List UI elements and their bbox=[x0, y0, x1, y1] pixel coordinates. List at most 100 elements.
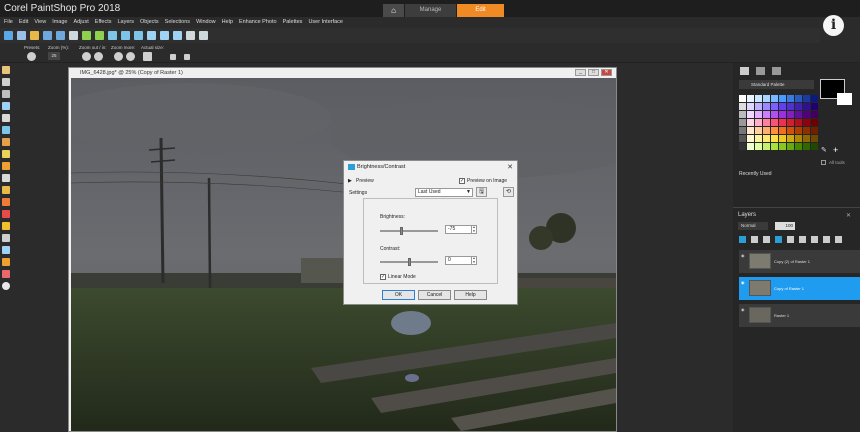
dialog-close-icon[interactable]: ✕ bbox=[507, 163, 513, 171]
link-layer-icon[interactable] bbox=[811, 236, 818, 243]
layer-item[interactable]: ◉ Raster 1 bbox=[739, 304, 860, 327]
save-preset-button[interactable]: 🖫 bbox=[476, 187, 487, 197]
contrast-spinner[interactable]: ▲ ▼ bbox=[471, 256, 476, 264]
dropper-tool-icon[interactable] bbox=[2, 102, 10, 110]
minimize-button[interactable]: _ bbox=[575, 69, 586, 76]
all-tools-checkbox[interactable] bbox=[821, 160, 826, 165]
tab-edit[interactable]: Edit bbox=[457, 4, 504, 17]
new-file-icon[interactable] bbox=[4, 31, 13, 40]
color-swatches[interactable] bbox=[739, 95, 818, 150]
menu-window[interactable]: Window bbox=[196, 17, 216, 27]
menu-selections[interactable]: Selections bbox=[165, 17, 190, 27]
menu-user-interface[interactable]: User Interface bbox=[308, 17, 343, 27]
undo-icon[interactable] bbox=[82, 31, 91, 40]
duplicate-layer-icon[interactable] bbox=[763, 236, 770, 243]
background-color-box[interactable] bbox=[837, 93, 852, 105]
fill-tool-icon[interactable] bbox=[2, 186, 10, 194]
new-from-clipboard-icon[interactable] bbox=[17, 31, 26, 40]
fx-layer-icon[interactable] bbox=[799, 236, 806, 243]
makeover-tool-icon[interactable] bbox=[2, 150, 10, 158]
materials-tab-icon[interactable] bbox=[740, 67, 749, 75]
help-button[interactable]: Help bbox=[454, 290, 487, 300]
swatches-tab-icon[interactable] bbox=[756, 67, 765, 75]
brightness-input[interactable]: -75 ▲ ▼ bbox=[445, 225, 477, 234]
visibility-eye-icon[interactable]: ◉ bbox=[741, 307, 745, 312]
text-tool-icon[interactable] bbox=[2, 222, 10, 230]
preview-toggle-icon[interactable]: ▶ bbox=[348, 178, 352, 184]
pick-tool-icon[interactable] bbox=[2, 78, 10, 86]
info-button[interactable]: i bbox=[823, 15, 844, 36]
new-layer-icon[interactable] bbox=[739, 236, 746, 243]
preview-on-image-checkbox[interactable]: ✓ bbox=[459, 178, 465, 184]
menu-effects[interactable]: Effects bbox=[95, 17, 112, 27]
delete-layer-icon[interactable] bbox=[835, 236, 842, 243]
pan-tool-icon[interactable] bbox=[2, 66, 10, 74]
fit-window-small-icon[interactable] bbox=[184, 54, 190, 60]
redeye-tool-icon[interactable] bbox=[2, 138, 10, 146]
tab-manage[interactable]: Manage bbox=[405, 4, 456, 17]
redo-icon[interactable] bbox=[95, 31, 104, 40]
visibility-eye-icon[interactable]: ◉ bbox=[741, 253, 745, 258]
layers-close-icon[interactable]: ✕ bbox=[846, 212, 851, 219]
blend-mode-dropdown[interactable]: Normal bbox=[738, 222, 768, 230]
zoom-more-out-icon[interactable] bbox=[114, 52, 123, 61]
menu-image[interactable]: Image bbox=[52, 17, 67, 27]
edit-material-icon[interactable]: ✎ bbox=[821, 146, 827, 154]
crop-tool-icon[interactable] bbox=[2, 114, 10, 122]
eraser-tool-icon[interactable] bbox=[2, 210, 10, 218]
home-tab[interactable]: ⌂ bbox=[383, 4, 404, 17]
paint-brush-tool-icon[interactable] bbox=[2, 198, 10, 206]
zoom-in-icon[interactable] bbox=[94, 52, 103, 61]
print-icon[interactable] bbox=[69, 31, 78, 40]
gradient-tool-icon[interactable] bbox=[2, 174, 10, 182]
contrast-slider[interactable] bbox=[380, 258, 438, 266]
reset-button[interactable]: ⟲ bbox=[503, 187, 514, 197]
menu-view[interactable]: View bbox=[34, 17, 46, 27]
add-material-icon[interactable]: + bbox=[833, 145, 838, 155]
gradient-tab-icon[interactable] bbox=[772, 67, 781, 75]
layer-item-selected[interactable]: ◉ Copy of Raster 1 bbox=[739, 277, 860, 300]
settings-dropdown[interactable]: Last Used ▼ bbox=[415, 188, 473, 197]
zoom-in-icon[interactable] bbox=[147, 31, 156, 40]
adjustment-layer-icon[interactable] bbox=[775, 236, 782, 243]
actual-size-icon[interactable] bbox=[143, 52, 152, 61]
maximize-button[interactable]: □ bbox=[588, 69, 599, 76]
selection-tool-icon[interactable] bbox=[2, 90, 10, 98]
rotate-icon[interactable] bbox=[186, 31, 195, 40]
cut-icon[interactable] bbox=[108, 31, 117, 40]
menu-palettes[interactable]: Palettes bbox=[283, 17, 303, 27]
menu-file[interactable]: File bbox=[4, 17, 13, 27]
copy-icon[interactable] bbox=[121, 31, 130, 40]
group-layer-icon[interactable] bbox=[787, 236, 794, 243]
menu-objects[interactable]: Objects bbox=[140, 17, 159, 27]
brightness-slider[interactable] bbox=[380, 227, 438, 235]
zoom-value-input[interactable]: 25 bbox=[48, 52, 60, 60]
shape-tool-icon[interactable] bbox=[2, 246, 10, 254]
fit-window-icon[interactable] bbox=[173, 31, 182, 40]
close-button[interactable]: ✕ bbox=[601, 69, 612, 76]
palette-dropdown[interactable]: Standard Palette bbox=[739, 80, 814, 89]
ok-button[interactable]: OK bbox=[382, 290, 415, 300]
contrast-input[interactable]: 0 ▲ ▼ bbox=[445, 256, 477, 265]
cancel-button[interactable]: Cancel bbox=[418, 290, 451, 300]
brightness-slider-thumb[interactable] bbox=[400, 227, 403, 235]
brightness-spinner[interactable]: ▲ ▼ bbox=[471, 225, 476, 233]
zoom-out-icon[interactable] bbox=[82, 52, 91, 61]
menu-enhance-photo[interactable]: Enhance Photo bbox=[239, 17, 277, 27]
zoom-out-icon[interactable] bbox=[160, 31, 169, 40]
menu-edit[interactable]: Edit bbox=[19, 17, 28, 27]
color-replacer-tool-icon[interactable] bbox=[2, 270, 10, 278]
crop-icon[interactable] bbox=[199, 31, 208, 40]
pen-tool-icon[interactable] bbox=[2, 234, 10, 242]
visibility-eye-icon[interactable]: ◉ bbox=[741, 280, 745, 285]
paste-icon[interactable] bbox=[134, 31, 143, 40]
presets-dropdown-icon[interactable] bbox=[27, 52, 36, 61]
clone-tool-icon[interactable] bbox=[2, 162, 10, 170]
save-as-icon[interactable] bbox=[56, 31, 65, 40]
layer-properties-icon[interactable] bbox=[823, 236, 830, 243]
linear-mode-checkbox[interactable]: ✓ bbox=[380, 274, 386, 280]
add-tool-icon[interactable] bbox=[2, 282, 10, 290]
opacity-input[interactable]: 100 bbox=[775, 222, 795, 230]
warp-tool-icon[interactable] bbox=[2, 258, 10, 266]
preview-label[interactable]: Preview bbox=[356, 178, 374, 184]
